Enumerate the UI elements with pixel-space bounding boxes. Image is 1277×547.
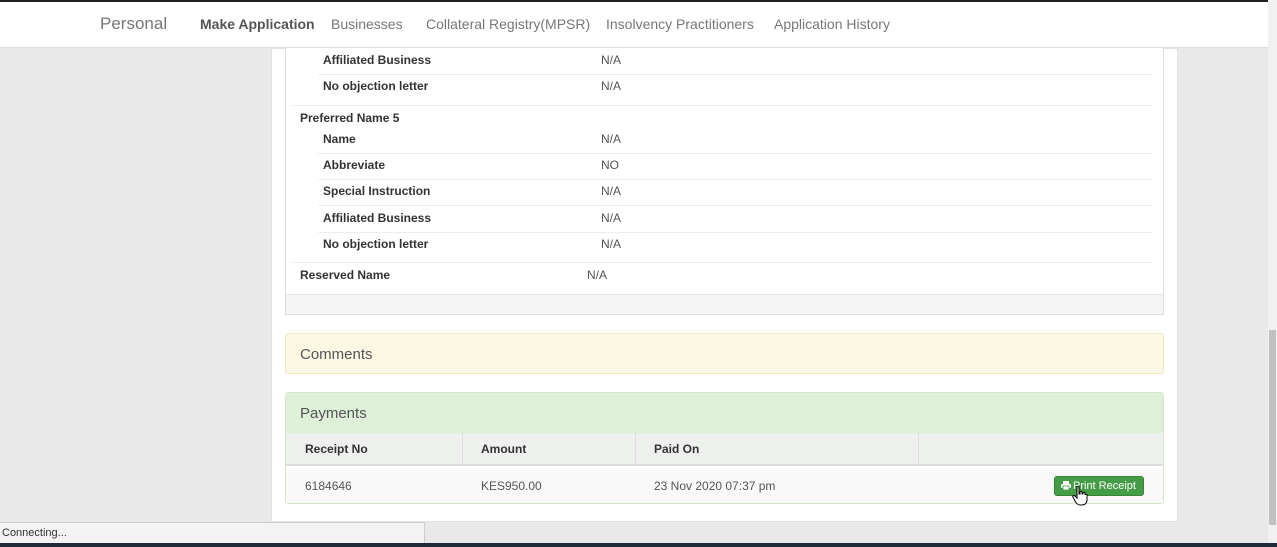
detail-label: Name <box>323 132 356 146</box>
print-icon <box>1061 481 1071 491</box>
row-divider <box>318 232 1153 233</box>
detail-value: N/A <box>601 53 622 67</box>
payments-title: Payments <box>300 405 367 422</box>
receipt-no-cell: 6184646 <box>305 479 352 493</box>
row-divider <box>318 205 1153 206</box>
detail-row: Affiliated Business N/A <box>286 211 1163 237</box>
panel-footer <box>285 294 1164 315</box>
detail-row: Name N/A <box>286 132 1163 158</box>
nav-application-history[interactable]: Application History <box>774 16 890 32</box>
os-taskbar <box>0 543 1277 547</box>
row-divider <box>318 179 1153 180</box>
brand-link[interactable]: Personal <box>100 14 167 34</box>
column-divider <box>635 433 636 464</box>
scrollbar-thumb[interactable] <box>1269 330 1276 525</box>
detail-value: NO <box>601 158 619 172</box>
detail-row: No objection letter N/A <box>286 79 1163 105</box>
column-divider <box>918 433 919 464</box>
table-row: 6184646 KES950.00 23 Nov 2020 07:37 pm P… <box>286 468 1163 506</box>
preferred-name-title: Preferred Name 5 <box>300 111 400 125</box>
nav-businesses[interactable]: Businesses <box>331 16 403 32</box>
print-receipt-button[interactable]: Print Receipt <box>1054 476 1144 496</box>
browser-status-bar: Connecting... <box>0 522 425 543</box>
detail-row: Affiliated Business N/A <box>286 53 1163 79</box>
detail-row: No objection letter N/A <box>286 237 1163 263</box>
preferred-names-panel: Affiliated Business N/A No objection let… <box>285 48 1164 294</box>
paid-on-cell: 23 Nov 2020 07:37 pm <box>654 479 776 493</box>
reserved-name-value: N/A <box>587 268 608 282</box>
row-divider <box>318 153 1153 154</box>
detail-label: No objection letter <box>323 79 429 93</box>
detail-value: N/A <box>601 237 622 251</box>
detail-value: N/A <box>601 79 622 93</box>
page-scrollbar[interactable] <box>1268 0 1277 547</box>
column-header-amount: Amount <box>481 442 527 456</box>
payments-header: Payments <box>286 393 1163 433</box>
nav-collateral-registry[interactable]: Collateral Registry(MPSR) <box>426 16 590 32</box>
row-divider <box>292 262 1153 263</box>
row-divider <box>292 105 1153 106</box>
reserved-name-row: Reserved Name N/A <box>286 268 1163 294</box>
column-header-receipt-no: Receipt No <box>305 442 368 456</box>
comments-panel: Comments <box>285 333 1164 374</box>
column-divider <box>462 433 463 464</box>
detail-row: Abbreviate NO <box>286 158 1163 184</box>
detail-row: Special Instruction N/A <box>286 184 1163 210</box>
detail-label: Special Instruction <box>323 184 431 198</box>
top-navbar: Personal Make Application Businesses Col… <box>0 2 1268 48</box>
detail-label: Affiliated Business <box>323 53 432 67</box>
status-text: Connecting... <box>2 527 67 539</box>
reserved-name-label: Reserved Name <box>300 268 391 282</box>
payments-panel: Payments Receipt No Amount Paid On 61846… <box>285 392 1164 506</box>
detail-value: N/A <box>601 211 622 225</box>
amount-cell: KES950.00 <box>481 479 542 493</box>
detail-label: Abbreviate <box>323 158 386 172</box>
nav-make-application[interactable]: Make Application <box>200 16 315 32</box>
nav-insolvency-practitioners[interactable]: Insolvency Practitioners <box>606 16 754 32</box>
detail-label: No objection letter <box>323 237 429 251</box>
detail-value: N/A <box>601 184 622 198</box>
row-divider <box>318 74 1153 75</box>
payments-table-header: Receipt No Amount Paid On <box>286 433 1163 466</box>
hand-pointer-icon <box>1072 486 1088 506</box>
comments-title: Comments <box>300 346 373 363</box>
detail-value: N/A <box>601 132 622 146</box>
column-header-paid-on: Paid On <box>654 442 700 456</box>
detail-label: Affiliated Business <box>323 211 432 225</box>
